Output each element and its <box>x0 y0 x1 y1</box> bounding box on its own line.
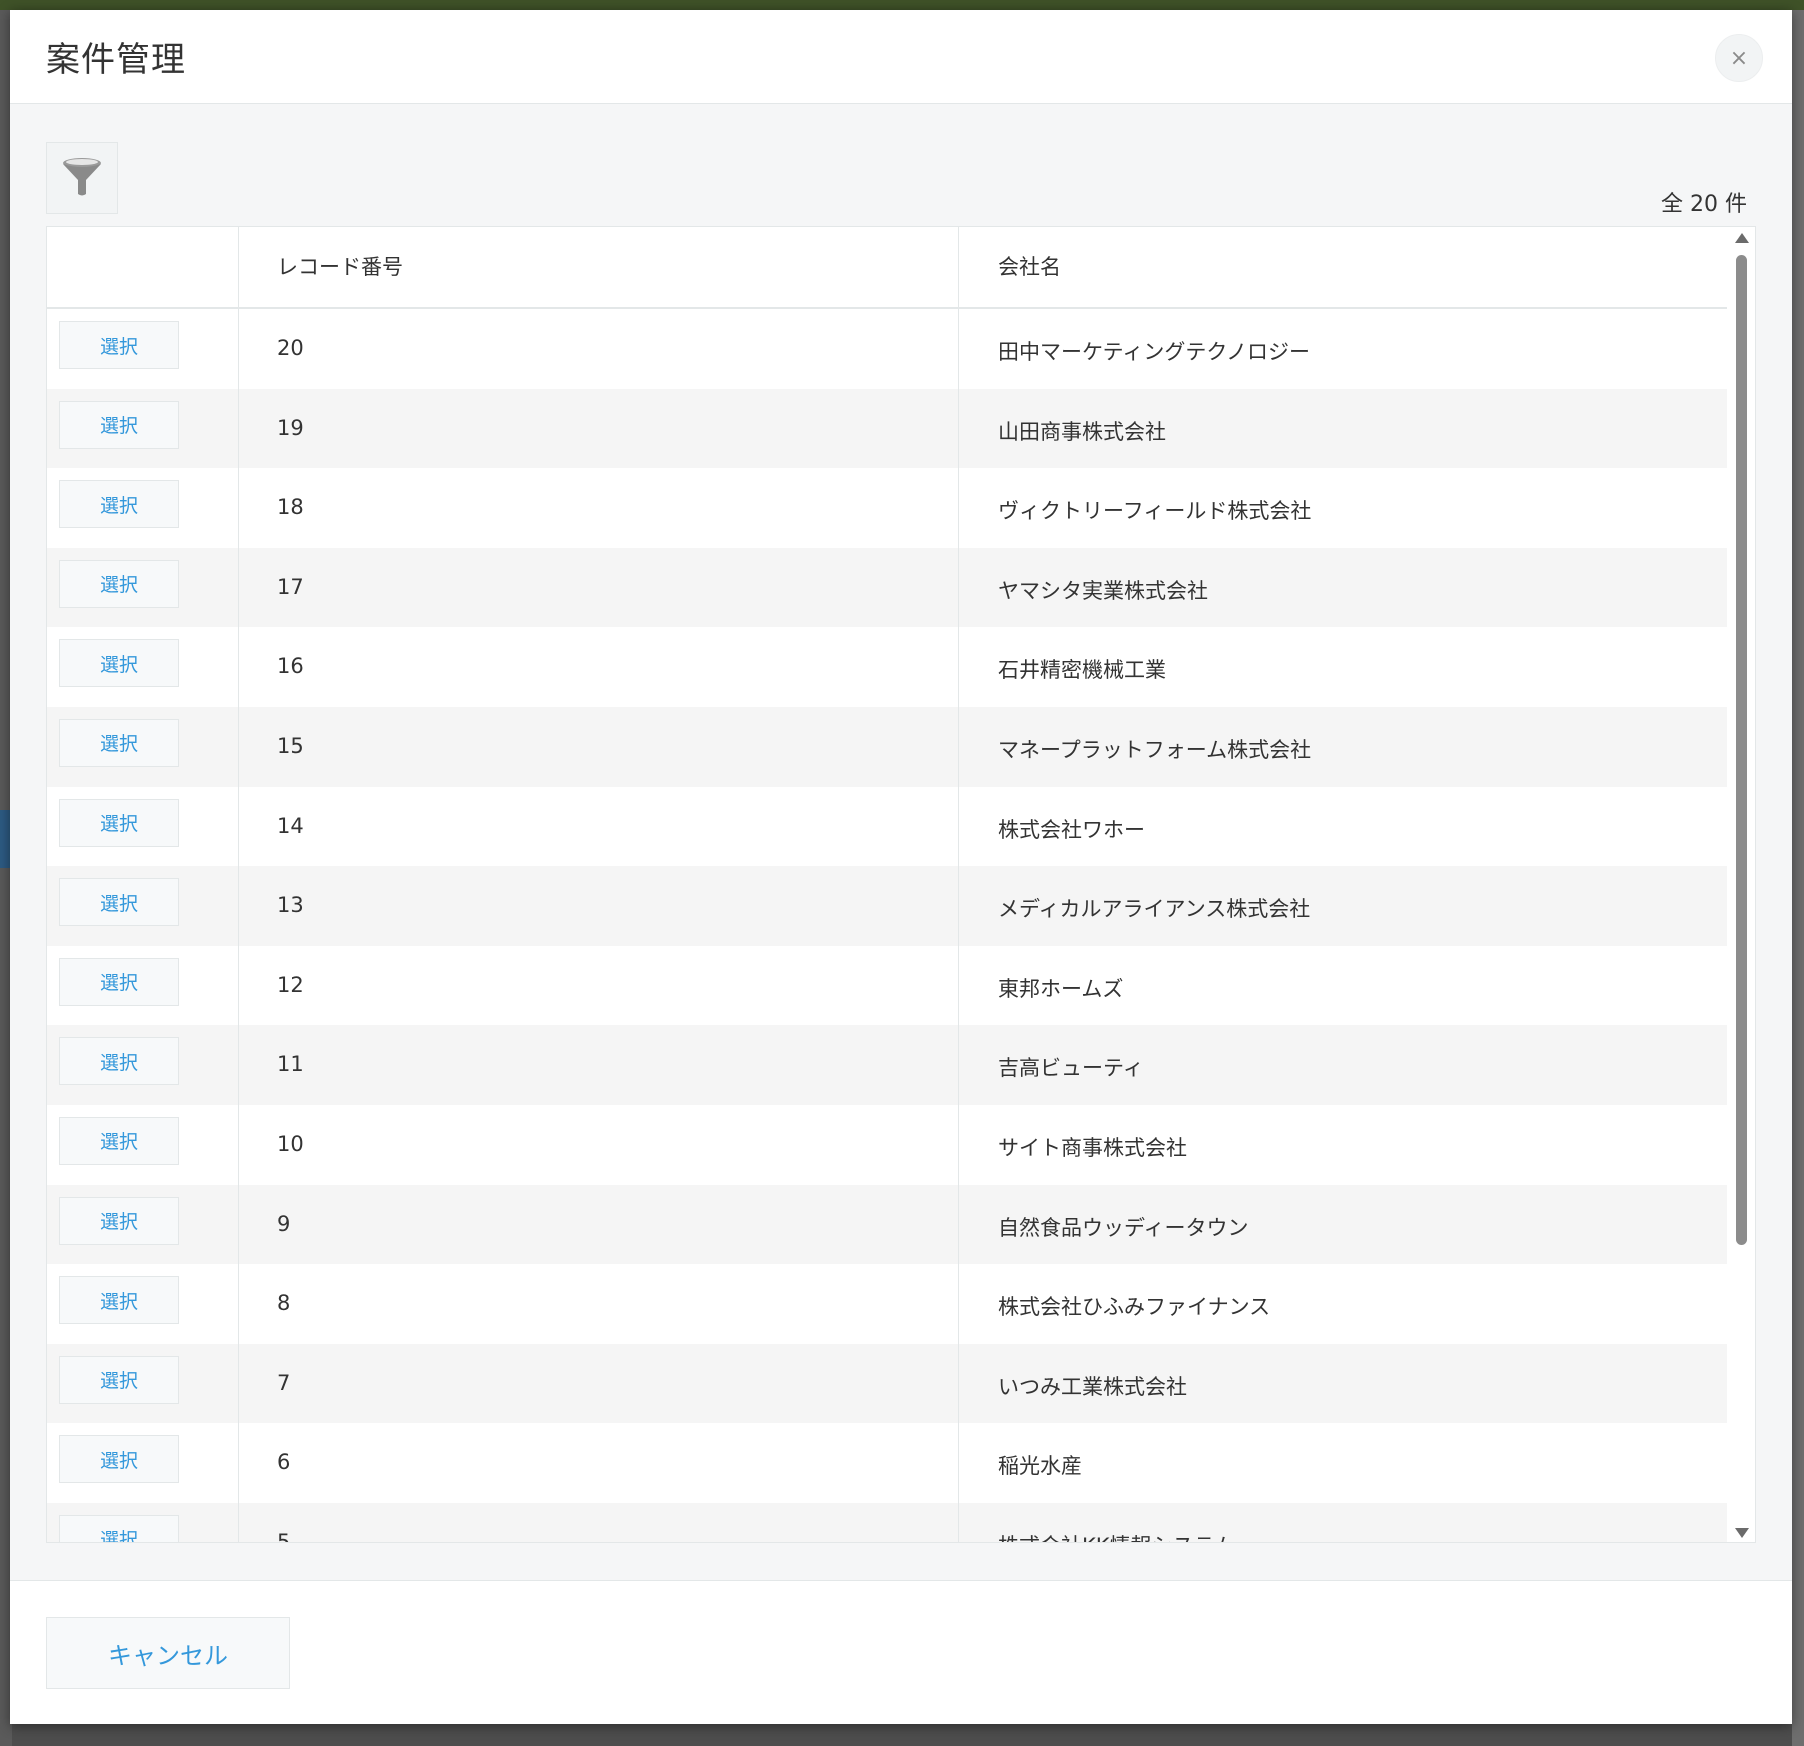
filter-icon <box>60 154 104 202</box>
table-row: 選択 16 石井精密機械工業 <box>47 627 1727 707</box>
dialog-header: 案件管理 × <box>10 10 1792 104</box>
record-number-cell: 5 <box>277 1529 291 1543</box>
select-button[interactable]: 選択 <box>59 718 179 767</box>
company-name-cell: いつみ工業株式会社 <box>998 1374 1187 1399</box>
dialog-title: 案件管理 <box>46 40 186 80</box>
company-name-cell: 株式会社ワホー <box>998 817 1145 842</box>
column-divider <box>958 227 959 1542</box>
total-count: 全 20 件 <box>1661 192 1747 217</box>
record-number-cell: 17 <box>277 574 304 599</box>
column-header-record-number: レコード番号 <box>277 255 403 279</box>
company-name-cell: メディカルアライアンス株式会社 <box>998 897 1311 922</box>
column-divider <box>238 227 239 1542</box>
table-row: 選択 7 いつみ工業株式会社 <box>47 1343 1727 1424</box>
record-number-cell: 16 <box>277 654 304 679</box>
table-row: 選択 6 稲光水産 <box>47 1423 1727 1503</box>
table-row: 選択 18 ヴィクトリーフィールド株式会社 <box>47 468 1727 548</box>
record-number-cell: 12 <box>277 972 304 997</box>
scroll-down-arrow-icon[interactable] <box>1735 1528 1749 1538</box>
select-button[interactable]: 選択 <box>59 1037 179 1086</box>
cancel-button[interactable]: キャンセル <box>46 1617 290 1689</box>
record-number-cell: 14 <box>277 813 304 838</box>
company-name-cell: 稲光水産 <box>998 1454 1082 1479</box>
company-name-cell: サイト商事株式会社 <box>998 1135 1187 1160</box>
scroll-thumb[interactable] <box>1736 255 1747 1245</box>
select-button[interactable]: 選択 <box>59 798 179 847</box>
record-number-cell: 19 <box>277 415 304 440</box>
table-body: 選択 20 田中マーケティングテクノロジー 選択 19 山田商事株式会社 選択 18 ヴィクトリ… <box>47 309 1727 1543</box>
company-name-cell: 東邦ホームズ <box>998 976 1124 1001</box>
record-number-cell: 18 <box>277 495 304 520</box>
company-name-cell: 田中マーケティングテクノロジー <box>998 340 1311 364</box>
select-button[interactable]: 選択 <box>59 559 179 608</box>
company-name-cell: 自然食品ウッディータウン <box>998 1215 1249 1240</box>
record-number-cell: 15 <box>277 733 304 758</box>
record-select-dialog: 案件管理 × 全 20 件 レコード番号 会社名 選択 20 田中マーケティングテク… <box>10 10 1792 1724</box>
table-row: 選択 11 吉高ビューティ <box>47 1025 1727 1105</box>
select-button[interactable]: 選択 <box>59 1435 179 1484</box>
close-icon: × <box>1729 45 1749 71</box>
table-row: 選択 13 メディカルアライアンス株式会社 <box>47 866 1727 946</box>
select-button[interactable]: 選択 <box>59 1276 179 1325</box>
record-number-cell: 9 <box>277 1211 291 1236</box>
table-row: 選択 20 田中マーケティングテクノロジー <box>47 309 1727 389</box>
record-number-cell: 6 <box>277 1450 291 1475</box>
record-number-cell: 13 <box>277 893 304 918</box>
company-name-cell: マネープラットフォーム株式会社 <box>998 737 1312 762</box>
table-row: 選択 5 株式会社KK情報システム <box>47 1502 1727 1543</box>
filter-button[interactable] <box>46 142 118 214</box>
dialog-footer: キャンセル <box>10 1580 1792 1724</box>
company-name-cell: 石井精密機械工業 <box>998 658 1166 683</box>
select-button[interactable]: 選択 <box>59 1514 179 1542</box>
records-table: レコード番号 会社名 選択 20 田中マーケティングテクノロジー 選択 19 山田商事株式… <box>46 226 1756 1543</box>
company-name-cell: 山田商事株式会社 <box>998 419 1166 444</box>
company-name-cell: 吉高ビューティ <box>998 1056 1144 1081</box>
table-row: 選択 10 サイト商事株式会社 <box>47 1105 1727 1185</box>
scroll-up-arrow-icon[interactable] <box>1735 233 1749 243</box>
record-number-cell: 10 <box>277 1131 304 1156</box>
select-button[interactable]: 選択 <box>59 1196 179 1245</box>
background-right-edge <box>1792 10 1804 1746</box>
table-row: 選択 15 マネープラットフォーム株式会社 <box>47 706 1727 787</box>
select-button[interactable]: 選択 <box>59 957 179 1006</box>
record-number-cell: 8 <box>277 1291 291 1316</box>
table-header: レコード番号 会社名 <box>47 227 1727 309</box>
record-number-cell: 20 <box>277 336 304 360</box>
table-row: 選択 8 株式会社ひふみファイナンス <box>47 1264 1727 1344</box>
company-name-cell: 株式会社KK情報システム <box>998 1530 1235 1542</box>
select-button[interactable]: 選択 <box>59 639 179 688</box>
select-button[interactable]: 選択 <box>59 480 179 529</box>
select-button[interactable]: 選択 <box>59 400 179 449</box>
table-row: 選択 19 山田商事株式会社 <box>47 388 1727 469</box>
record-number-cell: 7 <box>277 1370 291 1395</box>
table-row: 選択 17 ヤマシタ実業株式会社 <box>47 547 1727 628</box>
select-button[interactable]: 選択 <box>59 878 179 927</box>
select-button[interactable]: 選択 <box>59 1355 179 1404</box>
table-row: 選択 14 株式会社ワホー <box>47 787 1727 867</box>
select-button[interactable]: 選択 <box>59 321 179 369</box>
company-name-cell: ヤマシタ実業株式会社 <box>998 578 1208 603</box>
company-name-cell: 株式会社ひふみファイナンス <box>998 1295 1271 1320</box>
company-name-cell: ヴィクトリーフィールド株式会社 <box>998 499 1312 524</box>
table-row: 選択 12 東邦ホームズ <box>47 946 1727 1026</box>
vertical-scrollbar[interactable] <box>1728 227 1755 1542</box>
column-header-company-name: 会社名 <box>998 255 1061 279</box>
close-button[interactable]: × <box>1715 34 1763 82</box>
background-top-bar <box>0 0 1804 10</box>
select-button[interactable]: 選択 <box>59 1116 179 1165</box>
table-row: 選択 9 自然食品ウッディータウン <box>47 1184 1727 1265</box>
record-number-cell: 11 <box>277 1052 304 1077</box>
